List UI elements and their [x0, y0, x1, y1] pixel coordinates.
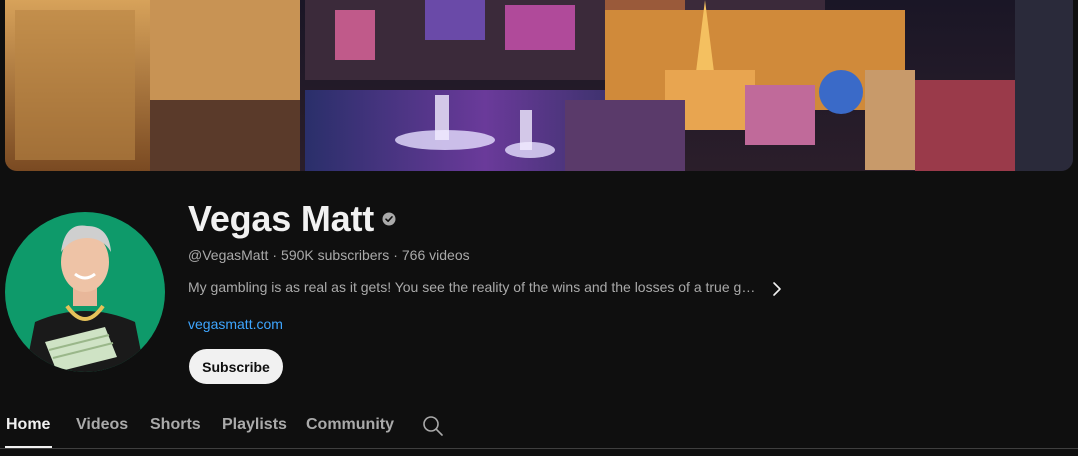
chevron-right-icon[interactable] — [768, 280, 786, 298]
avatar-image — [5, 212, 165, 372]
tab-shorts[interactable]: Shorts — [150, 416, 201, 434]
tab-home[interactable]: Home — [6, 416, 50, 434]
video-count: 766 videos — [401, 247, 470, 263]
tab-playlists[interactable]: Playlists — [222, 416, 287, 434]
tab-videos[interactable]: Videos — [76, 416, 128, 434]
channel-tabs: Home Videos Shorts Playlists Community — [0, 403, 1078, 449]
channel-avatar[interactable] — [5, 212, 165, 372]
subscribe-button[interactable]: Subscribe — [189, 349, 283, 384]
channel-description[interactable]: My gambling is as real as it gets! You s… — [188, 279, 758, 295]
channel-link[interactable]: vegasmatt.com — [188, 316, 283, 332]
active-tab-indicator — [5, 446, 52, 448]
channel-meta: @VegasMatt · 590K subscribers · 766 vide… — [188, 247, 470, 263]
meta-separator: · — [272, 247, 278, 263]
channel-name: Vegas Matt — [188, 198, 375, 239]
subscriber-count: 590K subscribers — [281, 247, 390, 263]
channel-handle: @VegasMatt — [188, 247, 269, 263]
verified-check-icon — [382, 212, 396, 226]
meta-separator: · — [393, 247, 398, 263]
banner-image — [5, 0, 1073, 171]
search-icon[interactable] — [422, 415, 444, 437]
tab-community[interactable]: Community — [306, 416, 394, 434]
channel-header: Vegas Matt — [188, 198, 396, 240]
channel-banner — [5, 0, 1073, 171]
